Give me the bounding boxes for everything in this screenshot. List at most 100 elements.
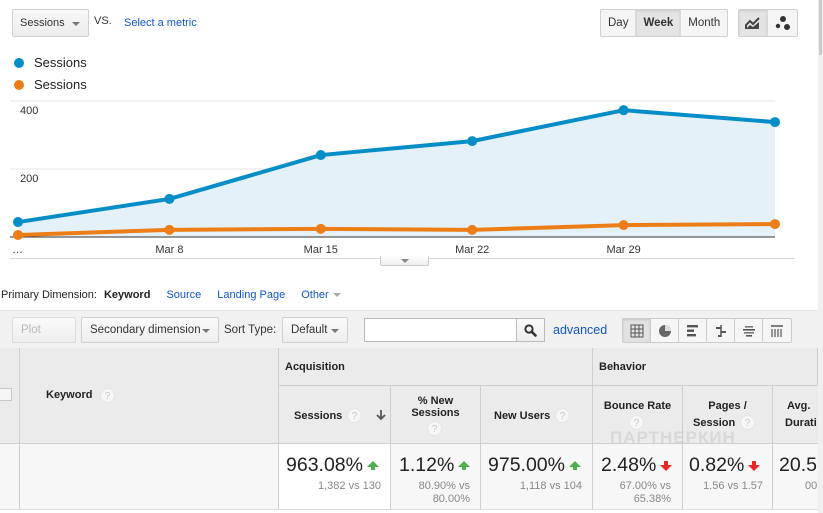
primary-dimension-bar: Primary Dimension: Keyword Source Landin… — [1, 289, 341, 301]
sort-descending-icon[interactable] — [376, 409, 386, 421]
chart-collapse-handle[interactable] — [380, 256, 429, 266]
sessions-column-header[interactable]: Sessions ? — [279, 386, 391, 444]
new-sessions-detail-line1: 80.90% vs — [418, 480, 470, 492]
y-tick-label: 200 — [20, 173, 38, 185]
x-tick-label: Mar 15 — [304, 244, 338, 256]
pages-detail: 1.56 vs 1.57 — [703, 480, 763, 492]
data-point — [770, 219, 780, 230]
help-icon[interactable]: ? — [347, 408, 362, 423]
new-users-column-header[interactable]: New Users ? — [481, 386, 593, 444]
view-toggle — [622, 318, 792, 343]
help-icon[interactable]: ? — [427, 421, 442, 436]
arrow-down-icon — [748, 460, 761, 471]
legend-item-sessions-current: Sessions — [14, 55, 87, 70]
select-all-checkbox[interactable] — [0, 388, 12, 401]
new-sessions-header-line1: % New — [417, 395, 454, 407]
new-sessions-column-header[interactable]: % New Sessions ? — [391, 386, 481, 444]
secondary-dimension-select[interactable]: Secondary dimension — [81, 317, 219, 343]
chevron-down-icon — [331, 329, 339, 333]
metric-select[interactable]: Sessions — [12, 9, 89, 37]
secondary-dimension-label: Secondary dimension — [90, 324, 201, 336]
help-icon[interactable]: ? — [555, 408, 570, 423]
table-view-icon — [630, 324, 643, 337]
arrow-up-icon — [366, 460, 379, 470]
comparison-view-button[interactable] — [707, 319, 735, 342]
motion-chart-icon — [775, 16, 790, 30]
legend-dot-icon — [14, 57, 24, 68]
acquisition-group-header: Acquisition — [279, 348, 593, 386]
data-point — [164, 193, 175, 204]
day-button[interactable]: Day — [601, 10, 637, 36]
help-icon[interactable]: ? — [100, 388, 115, 403]
performance-view-icon — [686, 324, 698, 336]
sort-type-select[interactable]: Default — [282, 317, 348, 343]
line-chart-icon — [745, 17, 760, 29]
comparison-view-icon — [715, 324, 726, 337]
data-point — [13, 229, 23, 240]
table-toolbar: Plot Rows Secondary dimension Sort Type:… — [0, 310, 823, 360]
primary-dimension-current: Keyword — [103, 289, 151, 301]
select-metric-link[interactable]: Select a metric — [124, 17, 197, 29]
advanced-filter-link[interactable]: advanced — [553, 323, 607, 337]
help-icon[interactable]: ? — [740, 415, 755, 430]
summary-row-spacer — [0, 444, 20, 510]
new-users-header-label: New Users — [494, 410, 551, 422]
chevron-down-icon — [72, 22, 80, 26]
pie-view-button[interactable] — [651, 319, 679, 342]
primary-dimension-landing-page[interactable]: Landing Page — [217, 289, 285, 301]
sessions-change: 963.08% — [286, 454, 363, 476]
performance-view-button[interactable] — [679, 319, 707, 342]
chart-type-toggle — [738, 9, 798, 37]
legend-item-sessions-previous: Sessions — [14, 77, 87, 92]
metric-select-label: Sessions — [20, 17, 65, 29]
x-tick-label: Mar 22 — [455, 244, 489, 256]
bounce-rate-detail-line2: 65.38% — [633, 493, 671, 505]
plot-rows-button[interactable]: Plot Rows — [12, 317, 76, 360]
bounce-rate-change: 2.48% — [601, 454, 657, 476]
data-point — [618, 105, 629, 116]
data-point — [13, 217, 23, 228]
data-point — [164, 224, 175, 235]
term-cloud-view-button[interactable] — [735, 319, 763, 342]
bounce-rate-detail-line1: 67.00% vs — [619, 480, 671, 492]
behavior-label: Behavior — [599, 361, 647, 373]
x-tick-label: Mar 29 — [606, 244, 640, 256]
search-button[interactable] — [516, 318, 545, 342]
arrow-up-icon — [568, 460, 581, 470]
new-sessions-header-line2: Sessions — [411, 407, 460, 419]
legend-label: Sessions — [34, 77, 87, 92]
sessions-detail: 1,382 vs 130 — [318, 480, 381, 492]
pie-view-icon — [658, 324, 671, 337]
table-view-button[interactable] — [623, 319, 651, 342]
primary-dimension-other[interactable]: Other — [301, 289, 341, 301]
line-chart-button[interactable] — [739, 10, 768, 36]
new-users-detail: 1,118 vs 104 — [519, 480, 582, 492]
page-scrollbar-thumb[interactable] — [819, 0, 822, 55]
data-point — [770, 117, 780, 128]
keyword-header-label: Keyword — [46, 389, 93, 401]
arrow-up-icon — [458, 460, 471, 470]
motion-chart-button[interactable] — [768, 10, 797, 36]
page-scrollbar[interactable] — [818, 0, 823, 513]
avg-session-duration-column-header[interactable]: Avg. Durati — [773, 386, 818, 444]
term-cloud-view-icon — [742, 325, 755, 337]
watermark: ПАРТНЕРКИН — [610, 428, 736, 447]
data-point — [315, 150, 326, 161]
sessions-line-chart: 200 400 … Mar 8 Mar 15 Mar 22 Mar 29 — [10, 100, 780, 256]
vs-label: VS. — [94, 15, 112, 27]
pages-change: 0.82% — [689, 454, 745, 476]
arrow-down-icon — [660, 460, 673, 471]
week-button[interactable]: Week — [636, 10, 682, 36]
pivot-view-icon — [771, 324, 783, 337]
chevron-down-icon — [401, 259, 409, 263]
behavior-group-header: Behavior — [593, 348, 818, 386]
summary-new-users-cell: 975.00% 1,118 vs 104 — [481, 444, 593, 510]
primary-dimension-source[interactable]: Source — [166, 289, 201, 301]
keyword-column-header[interactable]: Keyword ? — [20, 348, 279, 444]
data-point — [618, 220, 629, 231]
avg-header-line1: Avg. — [787, 400, 811, 412]
select-all-column — [0, 348, 20, 444]
table-search-input[interactable] — [364, 318, 517, 342]
pivot-view-button[interactable] — [763, 319, 791, 342]
month-button[interactable]: Month — [681, 10, 727, 36]
